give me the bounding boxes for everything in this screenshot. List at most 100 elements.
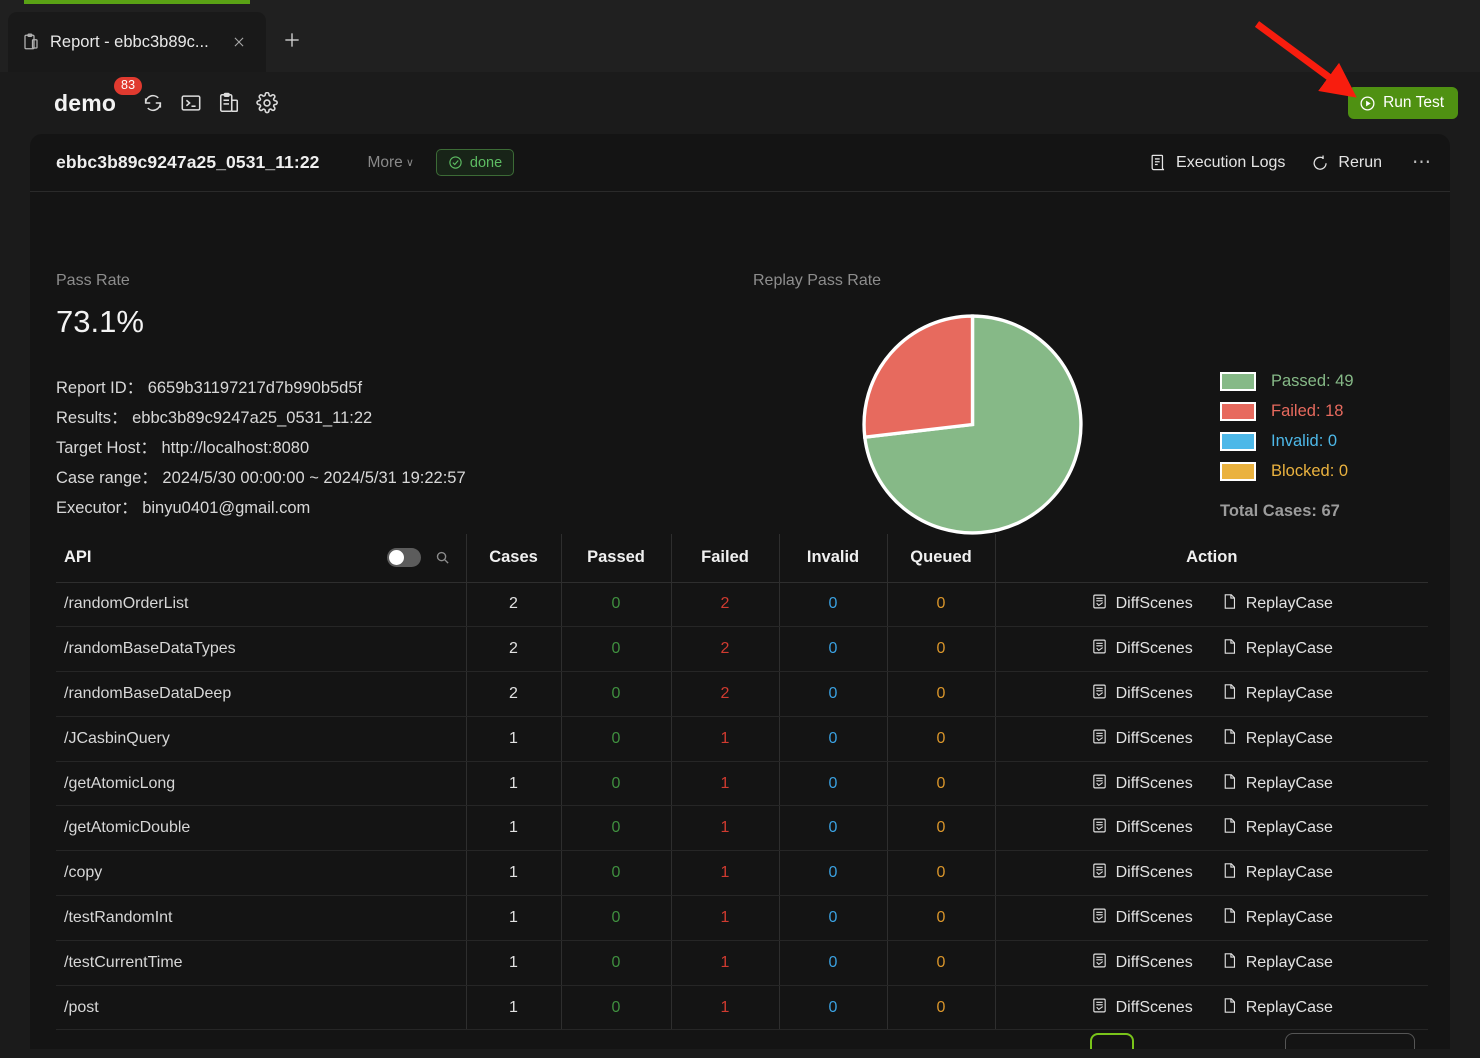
report-metadata: Report ID： 6659b31197217d7b990b5d5f Resu…	[56, 373, 466, 523]
cell-cases: 1	[465, 850, 561, 897]
cell-queued: 0	[886, 940, 995, 986]
diff-scenes-button[interactable]: DiffScenes	[1091, 593, 1193, 615]
cell-api[interactable]: /testCurrentTime	[56, 940, 466, 986]
diff-scenes-button[interactable]: DiffScenes	[1091, 907, 1193, 929]
cell-queued: 0	[886, 626, 995, 673]
legend-label: Blocked: 0	[1271, 461, 1349, 480]
cell-api[interactable]: /getAtomicLong	[56, 761, 466, 807]
report-icon[interactable]	[218, 92, 240, 114]
column-header-cases[interactable]: Cases	[465, 534, 561, 583]
gear-icon[interactable]	[256, 91, 279, 114]
refresh-icon[interactable]	[142, 92, 164, 114]
cell-queued: 0	[886, 895, 995, 941]
diff-scenes-button[interactable]: DiffScenes	[1091, 817, 1193, 839]
diff-scenes-icon	[1091, 593, 1108, 615]
list-item: Target Host： http://localhost:8080	[56, 433, 466, 463]
cell-cases: 1	[465, 761, 561, 807]
replay-case-icon	[1221, 773, 1238, 795]
diff-scenes-button[interactable]: DiffScenes	[1091, 728, 1193, 750]
diff-scenes-button[interactable]: DiffScenes	[1091, 862, 1193, 884]
replay-case-button[interactable]: ReplayCase	[1221, 997, 1333, 1019]
cell-action: DiffScenes ReplayCase	[994, 805, 1428, 852]
table-row[interactable]: /getAtomicLong 1 0 1 0 0 DiffScenes ReplayCas…	[56, 761, 1428, 807]
terminal-icon[interactable]	[180, 92, 202, 114]
rerun-label: Rerun	[1338, 153, 1382, 171]
cell-action: DiffScenes ReplayCase	[994, 582, 1428, 628]
cell-action: DiffScenes ReplayCase	[994, 716, 1428, 762]
table-row[interactable]: /getAtomicDouble 1 0 1 0 0 DiffScenes ReplayC…	[56, 805, 1428, 852]
browser-tab[interactable]: Report - ebbc3b89c...	[8, 12, 266, 72]
cell-invalid: 0	[778, 716, 887, 762]
report-panel-header: ebbc3b89c9247a25_0531_11:22 More ∨ done …	[30, 134, 1450, 192]
table-row[interactable]: /JCasbinQuery 1 0 1 0 0 DiffScenes ReplayCase	[56, 716, 1428, 762]
table-row[interactable]: /testRandomInt 1 0 1 0 0 DiffScenes ReplayCas…	[56, 895, 1428, 941]
chevron-down-icon: ∨	[405, 157, 414, 169]
replay-case-button[interactable]: ReplayCase	[1221, 817, 1333, 839]
table-row[interactable]: /randomBaseDataTypes 2 0 2 0 0 DiffScenes Rep…	[56, 626, 1428, 673]
diff-scenes-button[interactable]: DiffScenes	[1091, 683, 1193, 705]
cutoff-primary-button[interactable]	[1090, 1033, 1134, 1049]
diff-scenes-label: DiffScenes	[1115, 640, 1193, 658]
column-header-queued[interactable]: Queued	[886, 534, 995, 583]
toolbar-icon-group	[142, 91, 279, 114]
cell-api[interactable]: /JCasbinQuery	[56, 716, 466, 762]
diff-scenes-label: DiffScenes	[1115, 864, 1193, 882]
overflow-menu-button[interactable]: ⋯	[1408, 151, 1432, 174]
cell-action: DiffScenes ReplayCase	[994, 940, 1428, 986]
table-row[interactable]: /randomBaseDataDeep 2 0 2 0 0 DiffScenes Repl…	[56, 671, 1428, 717]
cell-api[interactable]: /testRandomInt	[56, 895, 466, 941]
close-icon[interactable]	[226, 29, 252, 55]
cell-api[interactable]: /getAtomicDouble	[56, 805, 466, 852]
cell-queued: 0	[886, 761, 995, 807]
replay-pass-rate-label: Replay Pass Rate	[753, 272, 882, 289]
rerun-button[interactable]: Rerun	[1311, 153, 1382, 172]
cell-api[interactable]: /copy	[56, 850, 466, 897]
replay-case-label: ReplayCase	[1245, 595, 1333, 613]
cell-action: DiffScenes ReplayCase	[994, 850, 1428, 897]
execution-logs-button[interactable]: Execution Logs	[1149, 153, 1285, 172]
replay-case-button[interactable]: ReplayCase	[1221, 638, 1333, 660]
status-badge: done	[435, 149, 515, 176]
replay-case-label: ReplayCase	[1245, 864, 1333, 882]
column-header-failed[interactable]: Failed	[670, 534, 779, 583]
replay-case-button[interactable]: ReplayCase	[1221, 773, 1333, 795]
replay-case-icon	[1221, 862, 1238, 884]
diff-scenes-button[interactable]: DiffScenes	[1091, 773, 1193, 795]
table-row[interactable]: /testCurrentTime 1 0 1 0 0 DiffScenes ReplayC…	[56, 940, 1428, 986]
replay-case-label: ReplayCase	[1245, 953, 1333, 971]
replay-case-button[interactable]: ReplayCase	[1221, 952, 1333, 974]
column-header-invalid[interactable]: Invalid	[778, 534, 887, 583]
cell-passed: 0	[560, 671, 671, 717]
replay-case-label: ReplayCase	[1245, 774, 1333, 792]
more-dropdown[interactable]: More ∨	[367, 154, 413, 172]
replay-case-button[interactable]: ReplayCase	[1221, 683, 1333, 705]
replay-case-label: ReplayCase	[1245, 998, 1333, 1016]
cell-failed: 1	[670, 761, 779, 807]
page-title: ebbc3b89c9247a25_0531_11:22	[56, 152, 320, 172]
cell-failed: 1	[670, 940, 779, 986]
notification-badge[interactable]: 83	[114, 76, 143, 95]
new-tab-button[interactable]	[268, 16, 316, 64]
run-test-button[interactable]: Run Test	[1348, 87, 1458, 119]
diff-scenes-button[interactable]: DiffScenes	[1091, 638, 1193, 660]
search-icon[interactable]	[435, 550, 450, 565]
table-row[interactable]: /randomOrderList 2 0 2 0 0 DiffScenes ReplayC…	[56, 582, 1428, 628]
replay-case-button[interactable]: ReplayCase	[1221, 728, 1333, 750]
diff-scenes-icon	[1091, 817, 1108, 839]
cell-api[interactable]: /randomOrderList	[56, 582, 466, 628]
cell-failed: 1	[670, 805, 779, 852]
app-brand: demo 83	[54, 76, 143, 117]
api-filter-toggle[interactable]	[386, 548, 421, 568]
column-header-passed[interactable]: Passed	[560, 534, 671, 583]
replay-case-button[interactable]: ReplayCase	[1221, 907, 1333, 929]
replay-case-button[interactable]: ReplayCase	[1221, 593, 1333, 615]
cell-api[interactable]: /randomBaseDataTypes	[56, 626, 466, 673]
replay-case-button[interactable]: ReplayCase	[1221, 862, 1333, 884]
diff-scenes-button[interactable]: DiffScenes	[1091, 952, 1193, 974]
diff-scenes-label: DiffScenes	[1115, 998, 1193, 1016]
legend-item: Blocked: 0	[1220, 456, 1354, 486]
diff-scenes-button[interactable]: DiffScenes	[1091, 997, 1193, 1019]
table-row[interactable]: /copy 1 0 1 0 0 DiffScenes ReplayCase	[56, 850, 1428, 897]
cutoff-secondary-button[interactable]	[1285, 1033, 1415, 1049]
cell-api[interactable]: /randomBaseDataDeep	[56, 671, 466, 717]
